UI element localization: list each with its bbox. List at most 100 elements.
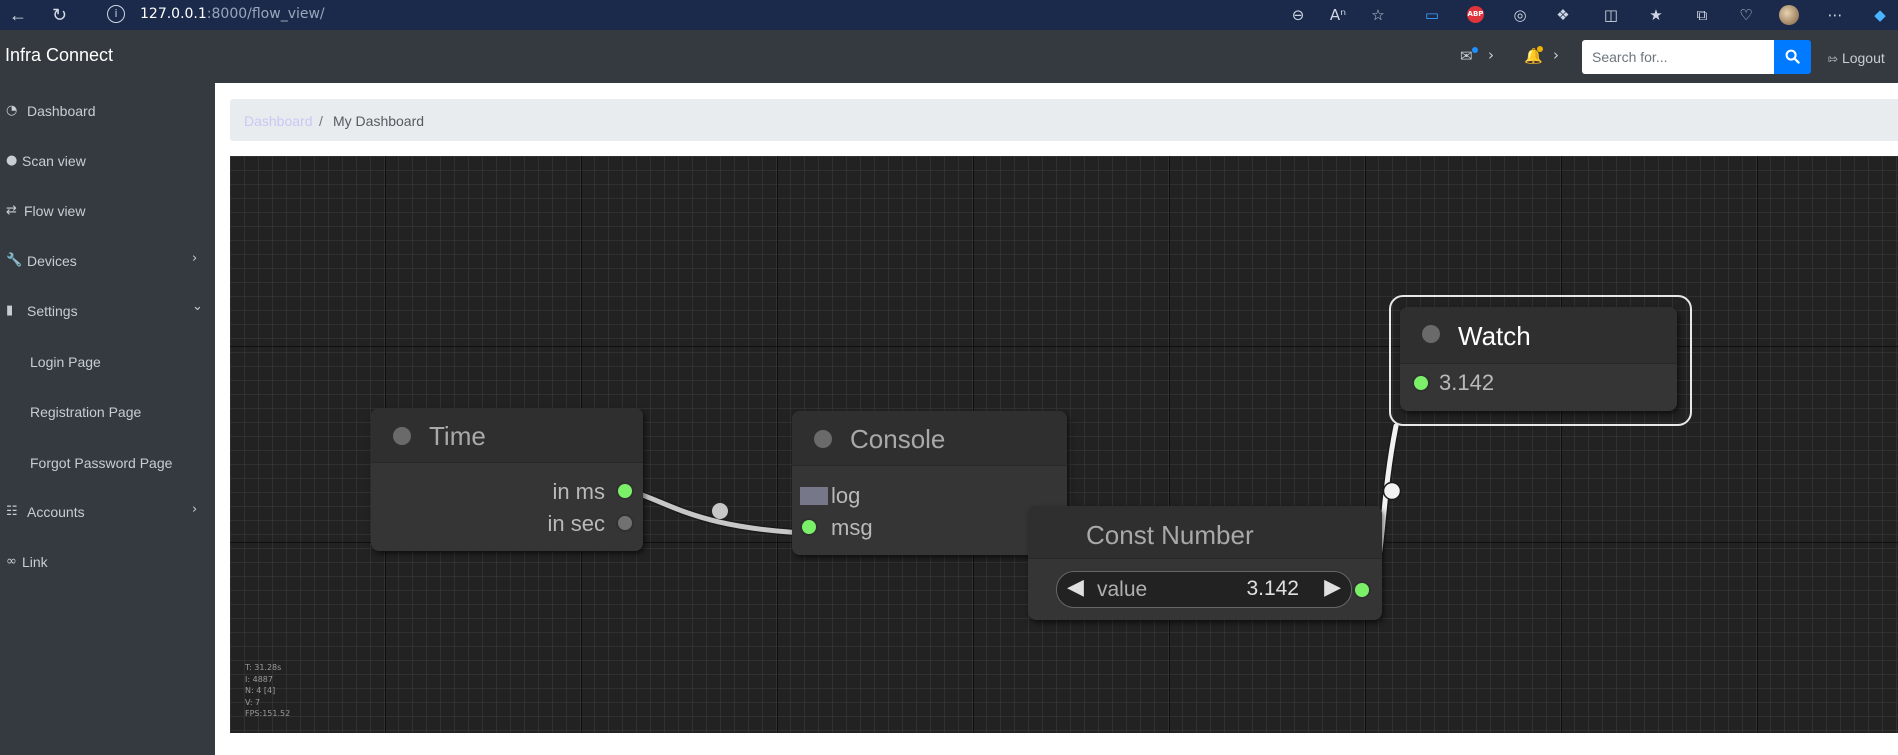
link-center-marker[interactable] bbox=[712, 503, 728, 519]
info-icon[interactable]: i bbox=[107, 5, 125, 23]
decrement-arrow-icon[interactable]: ◀ bbox=[1067, 575, 1084, 600]
sign-out-icon: ⇰ bbox=[1828, 52, 1839, 66]
sidebar-item-accounts[interactable]: ☷ Accounts › bbox=[0, 492, 215, 532]
stat-time: T: 31.28s bbox=[245, 663, 282, 672]
envelope-icon[interactable]: ✉ bbox=[1460, 47, 1473, 65]
sidebar-item-label: Dashboard bbox=[27, 103, 96, 119]
chevron-right-icon: › bbox=[192, 502, 198, 517]
logout-link[interactable]: ⇰ Logout bbox=[1828, 50, 1885, 66]
sitemap-icon: ☷ bbox=[6, 504, 18, 519]
collapse-dot[interactable] bbox=[393, 427, 411, 445]
sidebar-item-label: Forgot Password Page bbox=[30, 455, 173, 471]
stat-visible: V: 7 bbox=[245, 697, 261, 707]
url-text[interactable]: 127.0.0.1:8000/flow_view/ bbox=[140, 6, 325, 22]
sidebar-item-label: Devices bbox=[27, 253, 77, 269]
stat-nodes: N: 4 [4] bbox=[245, 686, 276, 695]
profile-avatar[interactable] bbox=[1779, 5, 1799, 25]
increment-arrow-icon[interactable]: ▶ bbox=[1324, 575, 1341, 600]
browser-essentials-icon[interactable]: ♡ bbox=[1736, 5, 1756, 25]
const-number-node[interactable]: Const Number ◀ value 3.142 ▶ bbox=[1028, 506, 1382, 620]
input-label-log: log bbox=[831, 483, 861, 508]
extensions-icon[interactable]: ❖ bbox=[1553, 5, 1573, 25]
node-title-bar[interactable]: Time bbox=[371, 408, 643, 463]
favorite-star-icon[interactable]: ☆ bbox=[1368, 5, 1388, 25]
sidebar-item-forgot-password-page[interactable]: Forgot Password Page bbox=[0, 443, 215, 483]
dashboard-icon: ◔ bbox=[6, 103, 18, 118]
sidebar-item-login-page[interactable]: Login Page bbox=[0, 342, 215, 382]
collapse-dot[interactable] bbox=[814, 430, 832, 448]
cast-icon[interactable]: ▭ bbox=[1422, 5, 1442, 25]
sidebar-item-flow-view[interactable]: ⇄ Flow view bbox=[0, 191, 215, 231]
widget-value: 3.142 bbox=[1246, 577, 1299, 600]
time-node[interactable]: Time in ms in sec bbox=[371, 408, 643, 551]
copilot-icon[interactable]: ◆ bbox=[1870, 5, 1890, 25]
reload-icon[interactable]: ↻ bbox=[52, 4, 67, 26]
chevron-right-icon[interactable]: › bbox=[1488, 46, 1494, 64]
input-slot-value[interactable] bbox=[1412, 374, 1430, 392]
sidebar-item-devices[interactable]: 🔧 Devices › bbox=[0, 241, 215, 281]
link-icon: ∞ bbox=[6, 554, 17, 569]
link-center-marker[interactable] bbox=[1382, 481, 1402, 501]
read-aloud-icon[interactable]: Aⁿ bbox=[1328, 5, 1348, 25]
adblock-icon[interactable]: ABP bbox=[1467, 6, 1484, 23]
search-button[interactable] bbox=[1774, 40, 1811, 74]
input-slot-log[interactable] bbox=[800, 487, 828, 505]
node-title: Console bbox=[850, 424, 946, 454]
breadcrumb-separator: / bbox=[319, 113, 323, 129]
search-input[interactable] bbox=[1582, 40, 1774, 74]
chevron-down-icon: ⌄ bbox=[192, 299, 203, 314]
node-title-bar[interactable]: Const Number bbox=[1028, 506, 1382, 559]
input-slot-msg[interactable] bbox=[800, 518, 818, 536]
sidebar-item-label: Link bbox=[22, 554, 48, 570]
output-label-in-sec: in sec bbox=[547, 511, 605, 536]
sidebar-item-dashboard[interactable]: ◔ Dashboard bbox=[0, 91, 215, 131]
breadcrumb-current: My Dashboard bbox=[333, 113, 425, 129]
output-label-in-ms: in ms bbox=[552, 479, 605, 504]
widget-label: value bbox=[1097, 578, 1148, 601]
console-node[interactable]: Console log msg bbox=[792, 411, 1067, 555]
bell-badge bbox=[1537, 46, 1543, 52]
node-title: Watch bbox=[1458, 321, 1531, 351]
node-title: Time bbox=[429, 421, 486, 451]
chevron-right-icon: › bbox=[192, 251, 198, 266]
sidebar-item-scan-view[interactable]: ● Scan view bbox=[0, 141, 215, 181]
more-menu-icon[interactable]: ⋯ bbox=[1825, 5, 1845, 25]
render-stats: T: 31.28s I: 4887 N: 4 [4] V: 7 FPS:151.… bbox=[245, 662, 290, 720]
browser-toolbar: ← ↻ i 127.0.0.1:8000/flow_view/ ⊖ Aⁿ ☆ ▭… bbox=[0, 0, 1898, 30]
wrench-icon: 🔧 bbox=[6, 253, 23, 268]
output-slot-value[interactable] bbox=[1353, 581, 1371, 599]
output-slot-in-ms[interactable] bbox=[616, 482, 634, 500]
collections-icon[interactable]: ⧉ bbox=[1692, 5, 1712, 25]
breadcrumb-link-dashboard[interactable]: Dashboard bbox=[244, 113, 313, 129]
stat-fps: FPS:151.52 bbox=[245, 709, 291, 718]
globe-icon[interactable]: ◎ bbox=[1510, 5, 1530, 25]
mail-badge bbox=[1472, 47, 1478, 53]
sidebar-item-registration-page[interactable]: Registration Page bbox=[0, 392, 215, 432]
output-slot-in-sec[interactable] bbox=[616, 514, 634, 532]
collapse-dot[interactable] bbox=[1422, 325, 1440, 343]
sidebar-item-label: Scan view bbox=[22, 153, 86, 169]
stat-iterations: I: 4887 bbox=[245, 674, 273, 684]
sidebar-item-label: Accounts bbox=[27, 504, 85, 520]
arrow-left-icon[interactable]: ← bbox=[9, 4, 27, 26]
sidebar-item-settings[interactable]: ▮ Settings ⌄ bbox=[0, 291, 215, 331]
flow-canvas[interactable]: Time in ms in sec Console log msg Const … bbox=[230, 156, 1898, 733]
node-title-bar[interactable]: Watch bbox=[1400, 307, 1677, 364]
sidebar-item-label: Flow view bbox=[24, 203, 86, 219]
split-screen-icon[interactable]: ◫ bbox=[1601, 5, 1621, 25]
brand-title[interactable]: Infra Connect bbox=[5, 45, 113, 66]
favorites-icon[interactable]: ★ bbox=[1646, 5, 1666, 25]
sidebar-item-link[interactable]: ∞ Link bbox=[0, 542, 215, 582]
zoom-out-icon[interactable]: ⊖ bbox=[1288, 5, 1308, 25]
watch-value: 3.142 bbox=[1439, 370, 1495, 395]
sidebar-item-label: Login Page bbox=[30, 354, 101, 370]
sidebar-item-label: Settings bbox=[27, 303, 78, 319]
globe-icon: ● bbox=[6, 153, 18, 168]
random-icon: ⇄ bbox=[6, 203, 17, 218]
value-widget[interactable]: ◀ value 3.142 ▶ bbox=[1056, 571, 1352, 608]
search-icon bbox=[1785, 49, 1800, 64]
chevron-right-icon[interactable]: › bbox=[1553, 46, 1559, 64]
node-title-bar[interactable]: Console bbox=[792, 411, 1067, 466]
file-icon: ▮ bbox=[6, 303, 14, 318]
watch-node[interactable]: Watch 3.142 bbox=[1400, 307, 1677, 411]
